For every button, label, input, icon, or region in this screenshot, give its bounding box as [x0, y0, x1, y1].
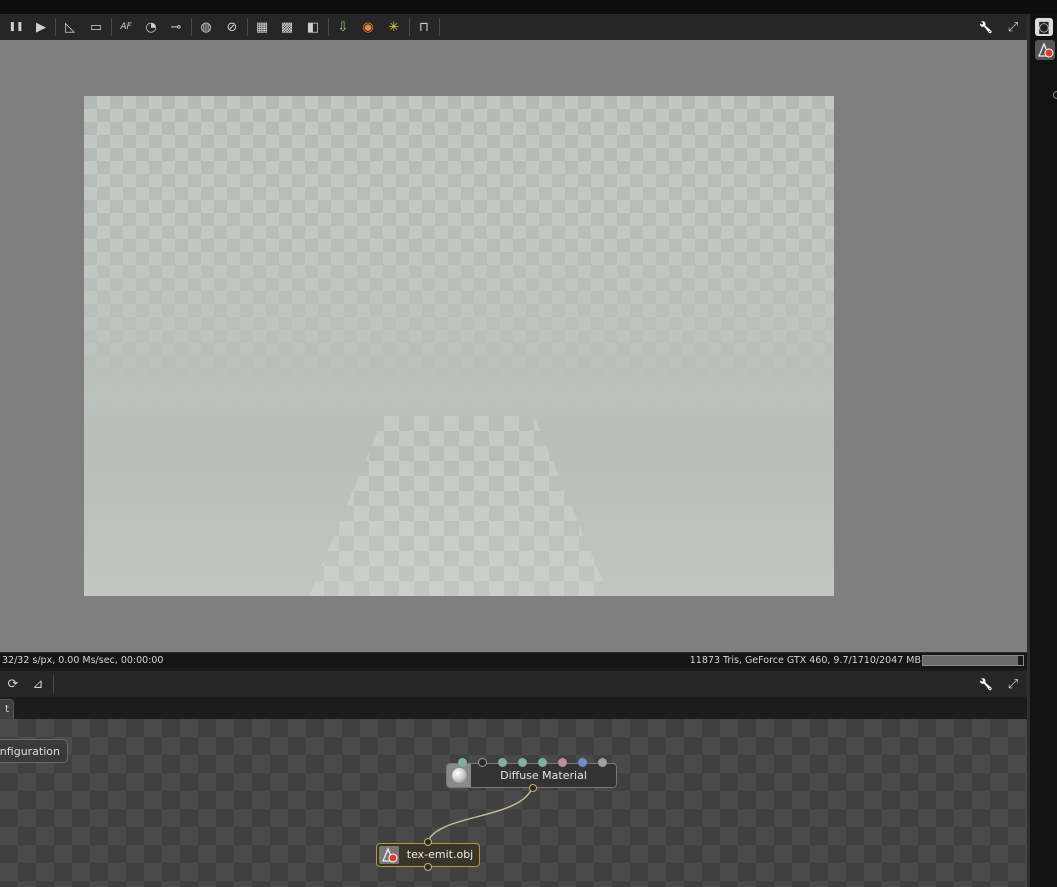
monitor-icon[interactable]: ▭ [86, 17, 106, 37]
material-output-port[interactable] [529, 784, 537, 792]
node-graph-canvas[interactable]: onfiguration Diffuse Material tex-emit.o… [0, 719, 1027, 887]
material-node-label: Diffuse Material [500, 769, 587, 782]
gpu-memory-bar [922, 655, 1024, 666]
autofocus-icon[interactable]: AF [116, 17, 136, 37]
viewer-toolbar: ❚❚ ▶ ◺ ▭ AF ◔ ⊸ ◍ ⊘ ▦ ▩ ◧ ⇩ ◉ ✳ ⊓ 🔧 ⤢ [0, 14, 1027, 41]
wrench-icon[interactable]: 🔧 [976, 674, 996, 694]
toolbar-separator [111, 18, 112, 36]
wrench-icon[interactable]: 🔧 [976, 17, 996, 37]
export-icon[interactable]: ⇩ [333, 17, 353, 37]
material-link[interactable] [427, 787, 533, 842]
layout-icon[interactable]: ⊿ [28, 674, 48, 694]
light-picker-icon[interactable]: ✳ [384, 17, 404, 37]
clear-region-icon[interactable]: ⊘ [222, 17, 242, 37]
maximize-icon[interactable]: ⤢ [1003, 17, 1023, 37]
pause-icon[interactable]: ❚❚ [6, 17, 26, 37]
rotate-view-icon[interactable]: ⟳ [3, 674, 23, 694]
graph-tab-bar: t [0, 697, 1027, 720]
toolbar-separator [247, 18, 248, 36]
render-stats: 32/32 s/px, 0.00 Ms/sec, 00:00:00 [2, 655, 164, 666]
render-settings-icon[interactable]: ◙ [1035, 18, 1053, 36]
render-image[interactable] [84, 96, 834, 596]
material-input-pin[interactable] [458, 758, 467, 767]
split-view-icon[interactable]: ◧ [303, 17, 323, 37]
material-input-pin[interactable] [598, 758, 607, 767]
material-input-pin[interactable] [478, 758, 487, 767]
play-icon[interactable]: ▶ [31, 17, 51, 37]
gpu-memory-fill [923, 656, 1018, 665]
alpha-channel-icon[interactable]: ▦ [252, 17, 272, 37]
render-status-bar: 32/32 s/px, 0.00 Ms/sec, 00:00:00 11873 … [0, 652, 1027, 668]
object-tab-icon[interactable] [1035, 40, 1055, 60]
mesh-input-port[interactable] [424, 838, 432, 846]
mesh-node-label: tex-emit.obj [406, 848, 474, 861]
focus-picker-icon[interactable]: ⊸ [166, 17, 186, 37]
mesh-icon [379, 846, 399, 864]
region-render-icon[interactable]: ◍ [196, 17, 216, 37]
panel-indicator [1053, 91, 1057, 99]
node-links [427, 787, 533, 842]
graph-tab[interactable]: t [0, 699, 14, 719]
toolbar-separator [55, 18, 56, 36]
material-input-pin[interactable] [538, 758, 547, 767]
toolbar-separator [191, 18, 192, 36]
ruler-icon[interactable]: ◺ [60, 17, 80, 37]
right-side-panel: ◙ [1027, 14, 1057, 887]
checker-icon[interactable]: ▩ [277, 17, 297, 37]
scene-stats: 11873 Tris, GeForce GTX 460, 9.7/1710/20… [689, 655, 921, 666]
configuration-node[interactable]: onfiguration [0, 739, 68, 763]
material-input-pin[interactable] [498, 758, 507, 767]
maximize-icon[interactable]: ⤢ [1003, 674, 1023, 694]
material-input-pin[interactable] [518, 758, 527, 767]
material-input-pin[interactable] [578, 758, 587, 767]
material-picker-icon[interactable]: ◉ [358, 17, 378, 37]
rotate-icon[interactable]: ◔ [141, 17, 161, 37]
mesh-glyph-icon [382, 847, 398, 863]
material-preview [447, 764, 471, 787]
toolbar-separator [409, 18, 410, 36]
mesh-glyph-icon [1038, 42, 1054, 58]
toolbar-separator [328, 18, 329, 36]
toolbar-separator [53, 675, 54, 693]
mesh-output-port[interactable] [424, 863, 432, 871]
toolbar-separator [439, 18, 440, 36]
material-ball-icon [451, 768, 467, 783]
lock-icon[interactable]: ⊓ [414, 17, 434, 37]
window-top-strip [0, 0, 1057, 14]
material-input-pin[interactable] [558, 758, 567, 767]
graph-editor-toolbar: ⟳ ⊿ 🔧 ⤢ [0, 671, 1027, 698]
